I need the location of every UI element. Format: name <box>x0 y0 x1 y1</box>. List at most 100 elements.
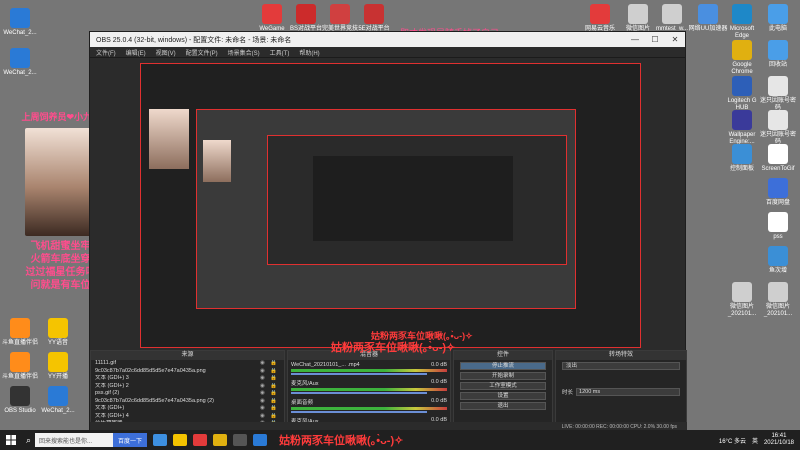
volume-slider[interactable] <box>291 373 427 375</box>
weather[interactable]: 16°C 多云 <box>719 436 746 445</box>
top-desktop-icon-3[interactable]: 5E对战平台 <box>354 4 394 33</box>
source-name: pss.gif (2) <box>95 390 120 396</box>
right-desktop-icon-10[interactable]: 迷只因账号密码 <box>758 110 798 146</box>
source-row[interactable]: 文本 (GDI+) ◉ 🔒 <box>91 405 284 413</box>
right-desktop-icon-6[interactable]: 回收站 <box>758 40 798 69</box>
visibility-icon[interactable]: ◉ <box>260 405 270 413</box>
ime-indicator[interactable]: 英 <box>752 436 758 445</box>
visibility-icon[interactable]: ◉ <box>260 360 270 368</box>
source-row[interactable]: 9c03c87b7a02c6dd85d5d5e7e47a0435a.png (2… <box>91 398 284 406</box>
visibility-icon[interactable]: ◉ <box>260 398 270 406</box>
right-desktop-icon-2[interactable]: mmtest_w... <box>652 4 692 33</box>
left-desktop-icon-1[interactable]: WeChat_2... <box>0 48 40 77</box>
right-desktop-icon-7[interactable]: Google Chrome <box>722 40 762 76</box>
search-button[interactable]: 百度一下 <box>113 433 148 447</box>
right-desktop-icon-15[interactable]: pss <box>758 212 798 241</box>
volume-slider[interactable] <box>291 411 427 413</box>
menu-item-0[interactable]: 文件(F) <box>96 48 116 57</box>
source-row[interactable]: 文本 (GDI+) 2 ◉ 🔒 <box>91 383 284 391</box>
left-bottom-icon-0[interactable]: 斗鱼直播伴侣 <box>0 318 40 347</box>
left-bottom-icon-5[interactable]: WeChat_2... <box>38 386 78 415</box>
clock[interactable]: 16:41 2021/10/18 <box>764 433 794 447</box>
lock-icon[interactable]: 🔒 <box>270 383 280 391</box>
app-icon <box>768 212 788 232</box>
app-icon <box>10 8 30 28</box>
app-taskbar-icon[interactable] <box>193 434 208 446</box>
right-desktop-icon-12[interactable]: 控制面板 <box>722 144 762 173</box>
obs-window[interactable]: OBS 25.0.4 (32-bit, windows) - 配置文件: 未命名… <box>89 31 687 430</box>
menu-item-5[interactable]: 工具(T) <box>270 48 290 57</box>
right-desktop-icon-18[interactable]: 微信图片_202101... <box>758 282 798 318</box>
right-desktop-icon-0[interactable]: 网易云音乐 <box>580 4 620 33</box>
right-desktop-icon-13[interactable]: ScreenToGif <box>758 144 798 173</box>
lock-icon[interactable]: 🔒 <box>270 375 280 383</box>
app-icon <box>296 4 316 24</box>
search-input[interactable]: 回来搜索能也是你... <box>35 433 114 447</box>
source-row[interactable]: 文本 (GDI+) 3 ◉ 🔒 <box>91 375 284 383</box>
duration-label: 时长 <box>562 390 574 396</box>
obs-preview[interactable]: 姑粉两豕车位啾啾(｡•̀ᴗ-)✧ <box>140 63 641 348</box>
lock-icon[interactable]: 🔒 <box>270 398 280 406</box>
edge-taskbar-icon[interactable] <box>153 434 168 446</box>
transition-select[interactable]: 淡出 <box>562 362 680 370</box>
source-row[interactable]: 11111.gif ◉ 🔒 <box>91 360 284 368</box>
menu-item-4[interactable]: 场景集合(S) <box>228 48 260 57</box>
right-desktop-icon-14[interactable]: 百度网盘 <box>758 178 798 207</box>
lock-icon[interactable]: 🔒 <box>270 413 280 421</box>
control-button-0[interactable]: 停止推流 <box>460 362 546 370</box>
app-icon <box>590 4 610 24</box>
left-bottom-icon-3[interactable]: YY开播 <box>38 352 78 381</box>
control-button-1[interactable]: 开始录制 <box>460 372 546 380</box>
close-button[interactable]: ✕ <box>665 35 685 44</box>
left-bottom-icon-2[interactable]: 斗鱼直播伴侣 <box>0 352 40 381</box>
source-row[interactable]: 文本 (GDI+) 4 ◉ 🔒 <box>91 413 284 421</box>
source-row[interactable]: 9c03c87b7a02c6dd85d5d5e7e47a0435a.png ◉ 🔒 <box>91 368 284 376</box>
taskbar: ⌕ 回来搜索能也是你... 百度一下 姑粉两豕车位啾啾(｡•̀ᴗ-)✧ 16°C… <box>0 430 800 450</box>
right-desktop-icon-17[interactable]: 微信图片_202101... <box>722 282 762 318</box>
right-desktop-icon-8[interactable]: 迷只因账号密码 <box>758 76 798 112</box>
right-desktop-icon-4[interactable]: Microsoft Edge <box>722 4 762 40</box>
app-icon <box>768 110 788 130</box>
duration-input[interactable]: 1200 ms <box>576 388 680 396</box>
lock-icon[interactable]: 🔒 <box>270 390 280 398</box>
menu-item-2[interactable]: 视图(V) <box>156 48 176 57</box>
visibility-icon[interactable]: ◉ <box>260 413 270 421</box>
left-bottom-icon-4[interactable]: OBS Studio <box>0 386 40 415</box>
left-desktop-icon-0[interactable]: WeChat_2... <box>0 8 40 37</box>
right-desktop-icon-11[interactable]: Wallpaper Engine:... <box>722 110 762 146</box>
right-desktop-icon-5[interactable]: 此电脑 <box>758 4 798 33</box>
right-desktop-icon-16[interactable]: 鱼次增 <box>758 246 798 275</box>
wechat-taskbar-icon[interactable] <box>253 434 268 446</box>
lock-icon[interactable]: 🔒 <box>270 405 280 413</box>
visibility-icon[interactable]: ◉ <box>260 383 270 391</box>
control-button-3[interactable]: 设置 <box>460 392 546 400</box>
menu-item-1[interactable]: 编辑(E) <box>126 48 146 57</box>
source-row[interactable]: pss.gif (2) ◉ 🔒 <box>91 390 284 398</box>
app-icon <box>768 40 788 60</box>
minimize-button[interactable]: — <box>625 35 645 44</box>
lock-icon[interactable]: 🔒 <box>270 360 280 368</box>
obs-menubar: 文件(F) 编辑(E) 视图(V) 配置文件(P) 场景集合(S) 工具(T) 帮助(H) <box>90 47 685 58</box>
visibility-icon[interactable]: ◉ <box>260 368 270 376</box>
nested-photo <box>203 140 231 182</box>
visibility-icon[interactable]: ◉ <box>260 375 270 383</box>
obs-titlebar[interactable]: OBS 25.0.4 (32-bit, windows) - 配置文件: 未命名… <box>90 32 685 47</box>
obs-taskbar-icon[interactable] <box>233 434 248 446</box>
control-button-4[interactable]: 退出 <box>460 402 546 410</box>
left-bottom-icon-1[interactable]: YY语音 <box>38 318 78 347</box>
app-icon <box>330 4 350 24</box>
volume-slider[interactable] <box>291 392 427 394</box>
lock-icon[interactable]: 🔒 <box>270 368 280 376</box>
maximize-button[interactable]: ☐ <box>645 35 665 44</box>
start-button[interactable] <box>0 430 22 450</box>
visibility-icon[interactable]: ◉ <box>260 390 270 398</box>
app-icon <box>732 40 752 60</box>
mixer-list: WeChat_20210101_... .mp4 0.0 dB 麦克风/Aux 0.0… <box>288 360 450 430</box>
chrome-taskbar-icon[interactable] <box>213 434 228 446</box>
control-button-2[interactable]: 工作室模式 <box>460 382 546 390</box>
menu-item-3[interactable]: 配置文件(P) <box>186 48 218 57</box>
menu-item-6[interactable]: 帮助(H) <box>299 48 319 57</box>
search-icon[interactable]: ⌕ <box>26 435 31 446</box>
right-desktop-icon-9[interactable]: Logitech G HUB <box>722 76 762 112</box>
explorer-taskbar-icon[interactable] <box>173 434 188 446</box>
